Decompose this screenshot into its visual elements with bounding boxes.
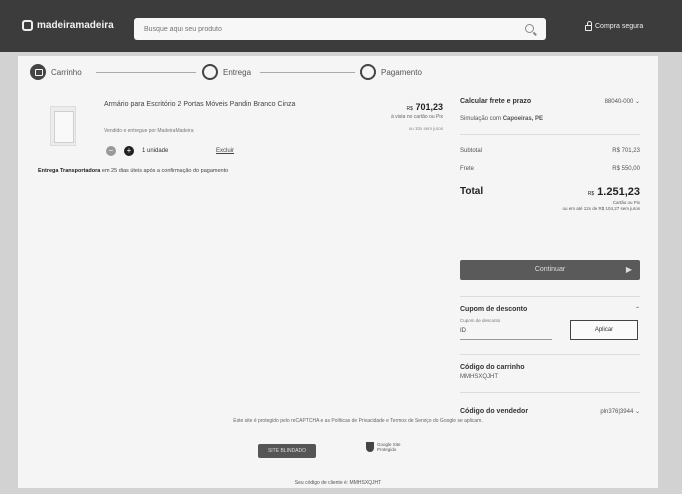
google-seal[interactable]: Google Site Protegido bbox=[366, 442, 407, 452]
price-subtext: à vista no cartão ou Pix bbox=[391, 114, 443, 120]
google-seal-label: Google Site Protegido bbox=[377, 442, 401, 452]
installments-note: ou em até 12x de R$ 104,27 sem juros bbox=[562, 206, 640, 211]
coupon-value: ID bbox=[460, 328, 466, 334]
price-value: 701,23 bbox=[415, 102, 443, 112]
chevron-up-icon: ⌃ bbox=[634, 307, 640, 313]
subtotal-row: Subtotal R$ 701,23 bbox=[460, 148, 640, 154]
remove-link[interactable]: Excluir bbox=[216, 148, 234, 154]
total-note: Cartão ou Pix bbox=[612, 200, 640, 205]
payment-icon bbox=[360, 64, 376, 80]
step-label: Pagamento bbox=[381, 67, 422, 77]
step-label: Carrinho bbox=[51, 67, 82, 77]
seller-code-value: pln376|3944 bbox=[600, 409, 634, 415]
coupon-field[interactable]: Cupom de desconto ID bbox=[460, 318, 552, 340]
client-code-footer: Seu código de cliente é: MMHSXQJHT bbox=[294, 480, 382, 486]
seller-code-select[interactable]: pln376|3944 ⌄ bbox=[600, 408, 640, 415]
search-input[interactable] bbox=[134, 18, 504, 41]
frete-label: Frete bbox=[460, 166, 475, 172]
product-image[interactable] bbox=[50, 106, 76, 146]
total-label: Total bbox=[460, 186, 484, 197]
product-seller: Vendido e entregue por MadeiraMadeira bbox=[104, 128, 194, 134]
price-note: ou 10x sem juros bbox=[408, 126, 443, 131]
logo[interactable]: madeiramadeira bbox=[22, 20, 114, 31]
secure-label: Compra segura bbox=[595, 23, 644, 30]
simulation-row: Simulação com Capoeiras, PE bbox=[460, 116, 640, 122]
quantity-value: 1 unidade bbox=[142, 148, 169, 154]
security-seal[interactable]: SITE BLINDADO bbox=[258, 444, 316, 458]
lock-icon bbox=[585, 21, 592, 31]
search-icon[interactable] bbox=[525, 24, 534, 33]
checkout-panel: Carrinho Entrega Pagamento Armário para … bbox=[18, 56, 658, 488]
cart-icon bbox=[30, 64, 46, 80]
delivery-type: Entrega Transportadora bbox=[38, 168, 101, 174]
product-price: R$ 701,23 bbox=[363, 102, 443, 112]
currency: R$ bbox=[587, 191, 595, 197]
frete-value: R$ 550,00 bbox=[612, 166, 640, 172]
simulation-city: Capoeiras, PE bbox=[502, 116, 544, 122]
search-bar bbox=[134, 18, 546, 41]
cart-code-value: MMHSXQJHT bbox=[460, 374, 498, 380]
chevron-down-icon: ⌄ bbox=[634, 99, 640, 105]
continue-label: Continuar bbox=[534, 266, 566, 273]
decrease-button[interactable]: − bbox=[106, 146, 116, 156]
product-name[interactable]: Armário para Escritório 2 Portas Móveis … bbox=[104, 100, 314, 110]
seller-code-title: Código do vendedor bbox=[460, 408, 529, 415]
step-divider bbox=[260, 72, 355, 73]
coupon-header[interactable]: Cupom de desconto ⌃ bbox=[460, 306, 640, 313]
frete-row: Frete R$ 550,00 bbox=[460, 166, 640, 172]
shield-icon bbox=[366, 442, 374, 452]
logo-text: madeiramadeira bbox=[37, 20, 114, 31]
coupon-title: Cupom de desconto bbox=[460, 306, 528, 313]
step-delivery: Entrega bbox=[202, 64, 251, 80]
step-label: Entrega bbox=[223, 67, 252, 77]
subtotal-value: R$ 701,23 bbox=[612, 148, 640, 154]
quantity-stepper: − + 1 unidade bbox=[106, 146, 168, 156]
subtotal-label: Subtotal bbox=[460, 148, 483, 154]
divider bbox=[460, 354, 640, 355]
divider bbox=[460, 134, 640, 135]
step-divider bbox=[96, 72, 196, 73]
shipping-label: Calcular frete e prazo bbox=[460, 98, 532, 105]
total-value: 1.251,23 bbox=[597, 186, 640, 198]
cart-code-value-row: MMHSXQJHT bbox=[460, 374, 640, 380]
shipping-row: Calcular frete e prazo 88040-000 ⌄ bbox=[460, 98, 640, 105]
checkout-steps: Carrinho Entrega Pagamento bbox=[30, 64, 450, 84]
chevron-down-icon: ⌄ bbox=[634, 409, 640, 415]
secure-purchase: Compra segura bbox=[585, 21, 644, 31]
cart-code-row: Código do carrinho bbox=[460, 364, 640, 371]
currency: R$ bbox=[406, 106, 413, 112]
divider bbox=[460, 296, 640, 297]
cep-select[interactable]: 88040-000 ⌄ bbox=[605, 98, 640, 105]
simulation-label: Simulação com bbox=[460, 116, 502, 122]
cep-value: 88040-000 bbox=[604, 99, 634, 105]
increase-button[interactable]: + bbox=[124, 146, 134, 156]
apply-button[interactable]: Aplicar bbox=[570, 320, 638, 340]
total-row: Total R$ 1.251,23 Cartão ou Pix ou em at… bbox=[460, 186, 640, 226]
step-cart: Carrinho bbox=[30, 64, 82, 80]
top-bar: madeiramadeira Compra segura bbox=[0, 0, 682, 52]
logo-icon bbox=[22, 20, 33, 31]
seller-code-row[interactable]: Código do vendedor pln376|3944 ⌄ bbox=[460, 408, 640, 415]
truck-icon bbox=[202, 64, 218, 80]
delivery-detail: em 25 dias úteis após a confirmação do p… bbox=[101, 168, 229, 174]
cart-code-title: Código do carrinho bbox=[460, 364, 525, 371]
recaptcha-notice: Este site é protegido pelo reCAPTCHA e a… bbox=[233, 418, 483, 424]
cart-item: Armário para Escritório 2 Portas Móveis … bbox=[18, 94, 448, 234]
total-amount: R$ 1.251,23 bbox=[588, 186, 640, 198]
coupon-field-label: Cupom de desconto bbox=[460, 318, 501, 323]
continue-button[interactable]: Continuar ▶ bbox=[460, 260, 640, 280]
step-payment: Pagamento bbox=[360, 64, 422, 80]
divider bbox=[460, 392, 640, 393]
delivery-info: Entrega Transportadora em 25 dias úteis … bbox=[38, 168, 228, 174]
arrow-right-icon: ▶ bbox=[625, 265, 632, 274]
